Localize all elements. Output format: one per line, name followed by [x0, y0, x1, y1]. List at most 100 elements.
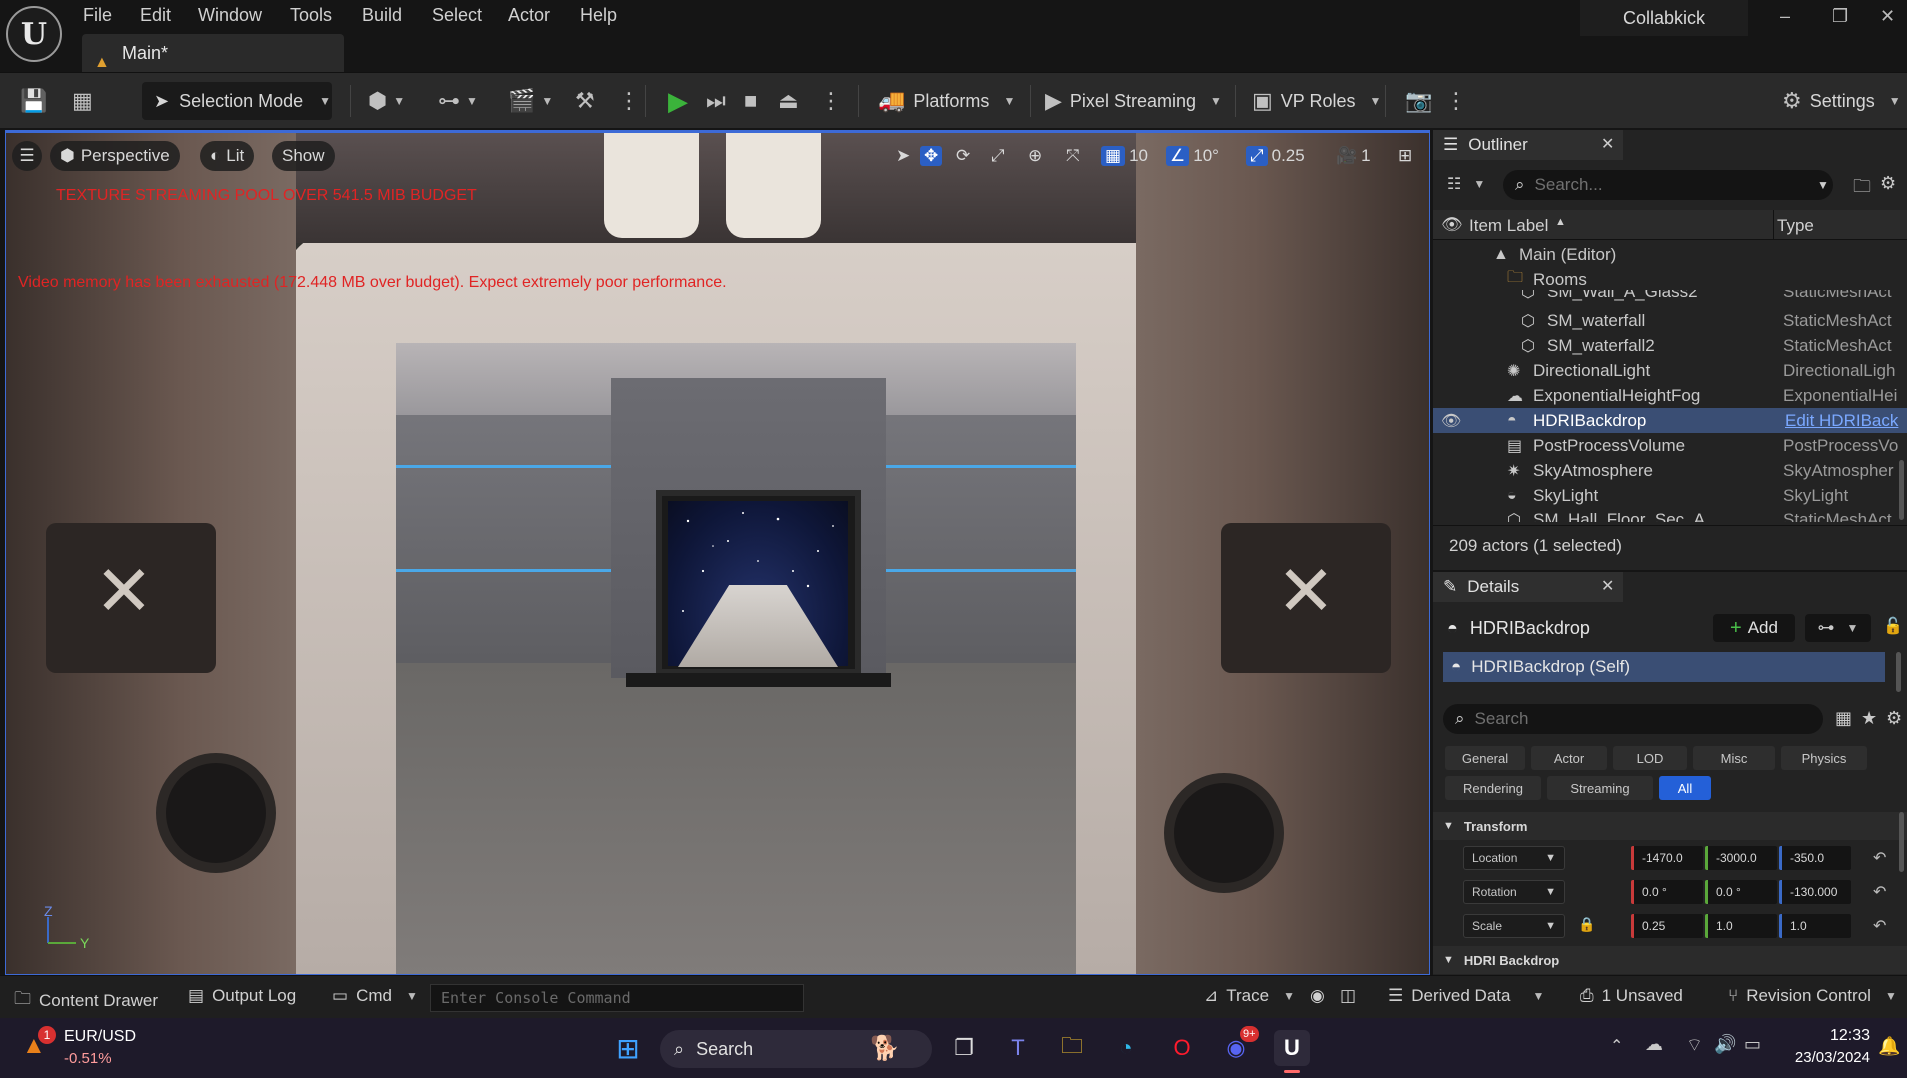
scale-snap-button[interactable]: ⤢ 0.25 [1246, 141, 1305, 171]
rotation-x-input[interactable]: 0.0 ° [1631, 880, 1703, 904]
settings-dropdown[interactable]: ⚙ Settings ▼ [1782, 82, 1901, 120]
scale-dropdown[interactable]: Scale ▼ [1463, 914, 1565, 938]
details-close-icon[interactable]: ✕ [1601, 576, 1614, 596]
show-button[interactable]: Show [272, 141, 335, 171]
edit-hdri-link[interactable]: Edit HDRIBack [1785, 411, 1907, 431]
lock-icon[interactable]: 🔒 [1578, 916, 1595, 933]
surface-snap-button[interactable]: ⤧ [1066, 141, 1080, 171]
folder-add-icon[interactable]: 🗀 [1853, 174, 1871, 204]
console-input[interactable]: Enter Console Command [430, 984, 804, 1012]
rotation-y-input[interactable]: 0.0 ° [1705, 880, 1777, 904]
outliner-row[interactable]: ⬡ SM_Hall_Floor_Sec_A StaticMeshAct [1433, 508, 1907, 522]
file-explorer-icon[interactable]: 🗀 [1054, 1030, 1090, 1066]
cmd-dropdown[interactable]: ▭ Cmd ▼ [332, 986, 418, 1006]
output-log-button[interactable]: ▤ Output Log [188, 986, 296, 1006]
filter-lod[interactable]: LOD [1613, 746, 1687, 770]
location-y-input[interactable]: -3000.0 [1705, 846, 1777, 870]
component-self-row[interactable]: ◓ HDRIBackdrop (Self) [1443, 652, 1885, 682]
play-button[interactable]: ▶ [668, 82, 688, 120]
task-view-icon[interactable]: ❐ [946, 1030, 982, 1066]
restore-button[interactable]: ❐ [1832, 6, 1848, 27]
selection-mode-dropdown[interactable]: ➤ Selection Mode ▼ [142, 82, 332, 120]
filter-misc[interactable]: Misc [1693, 746, 1775, 770]
filter-general[interactable]: General [1445, 746, 1525, 770]
grid-snap-button[interactable]: ▦ 10 [1101, 141, 1148, 171]
filter-all[interactable]: All [1659, 776, 1711, 800]
modeling-button[interactable]: ⚒ [575, 82, 595, 120]
scale-tool-button[interactable]: ⤢ [991, 141, 1005, 171]
browse-button[interactable]: ▦ [72, 82, 93, 120]
outliner-row[interactable]: ✺ DirectionalLight DirectionalLigh [1433, 358, 1907, 383]
outliner-filter-button[interactable]: ☷ ▼ [1447, 174, 1485, 194]
hdri-section-header[interactable]: ▼ HDRI Backdrop [1433, 946, 1907, 974]
select-tool-button[interactable]: ➤ [896, 141, 910, 171]
menu-help[interactable]: Help [580, 5, 617, 26]
details-search-input[interactable]: ⌕ Search [1443, 704, 1823, 734]
blueprint-dropdown[interactable]: ⊶ ▼ [1805, 614, 1871, 642]
vp-roles-dropdown[interactable]: ▣ VP Roles ▼ [1252, 82, 1381, 120]
reset-arrow-icon[interactable]: ↶ [1873, 916, 1886, 936]
onedrive-icon[interactable]: ☁ [1645, 1034, 1663, 1055]
chevron-up-icon[interactable]: ⌃ [1610, 1036, 1623, 1056]
table-view-icon[interactable]: ▦ [1835, 708, 1852, 729]
unreal-logo-icon[interactable]: U [6, 6, 62, 62]
outliner-row[interactable]: ◒ SkyLight SkyLight [1433, 483, 1907, 508]
snapshot-button[interactable]: ◫ [1340, 986, 1356, 1006]
filter-physics[interactable]: Physics [1781, 746, 1867, 770]
notification-bell-icon[interactable]: 🔔 [1878, 1036, 1900, 1057]
viewport-layout-button[interactable]: ⊞ [1398, 141, 1412, 171]
outliner-row[interactable]: ⬡ SM_Wall_A_Glass2 StaticMeshAct [1433, 290, 1907, 306]
scale-y-input[interactable]: 1.0 [1705, 914, 1777, 938]
play-options-button[interactable]: ⋮ [820, 82, 842, 120]
level-viewport[interactable]: ✕ ✕ ☰ ⬢ Perspective ◐ Lit Show ➤ ✥ ⟳ ⤢ ⊕… [5, 130, 1430, 975]
outliner-row[interactable]: ✷ SkyAtmosphere SkyAtmospher [1433, 458, 1907, 483]
reset-arrow-icon[interactable]: ↶ [1873, 882, 1886, 902]
filter-actor[interactable]: Actor [1531, 746, 1607, 770]
blueprint-button[interactable]: ⊶ ▼ [438, 82, 478, 120]
revision-control-dropdown[interactable]: ⑂ Revision Control ▼ [1728, 986, 1897, 1006]
outliner-scrollbar[interactable] [1899, 460, 1904, 520]
star-icon[interactable]: ★ [1861, 708, 1877, 729]
outliner-row[interactable]: 🗀 Rooms [1433, 267, 1907, 292]
close-button[interactable]: ✕ [1880, 6, 1895, 27]
location-dropdown[interactable]: Location ▼ [1463, 846, 1565, 870]
lock-icon[interactable]: 🔓 [1883, 616, 1903, 636]
taskbar-search[interactable]: ⌕ Search 🐕 [660, 1030, 932, 1068]
pixel-streaming-dropdown[interactable]: ▶ Pixel Streaming ▼ [1045, 82, 1222, 120]
clock-date[interactable]: 23/03/2024 [1770, 1049, 1870, 1066]
opera-icon[interactable]: O [1164, 1030, 1200, 1066]
filter-rendering[interactable]: Rendering [1445, 776, 1541, 800]
details-scrollbar[interactable] [1899, 812, 1904, 872]
rotate-tool-button[interactable]: ⟳ [956, 141, 970, 171]
camera-disabled-button[interactable]: 📷 [1405, 82, 1432, 120]
unreal-taskbar-icon[interactable]: U [1274, 1030, 1310, 1066]
rotation-dropdown[interactable]: Rotation ▼ [1463, 880, 1565, 904]
menu-tools[interactable]: Tools [290, 5, 332, 26]
volume-icon[interactable]: 🔊 [1714, 1034, 1736, 1055]
stop-button[interactable]: ■ [744, 82, 757, 120]
transform-section-header[interactable]: ▼ Transform [1433, 812, 1907, 840]
rotation-z-input[interactable]: -130.000 [1779, 880, 1851, 904]
outliner-row[interactable]: ⬡ SM_waterfall StaticMeshAct [1433, 308, 1907, 333]
reset-arrow-icon[interactable]: ↶ [1873, 848, 1886, 868]
eye-icon[interactable]: 👁 [1441, 411, 1461, 431]
translate-tool-button[interactable]: ✥ [920, 141, 943, 171]
outliner-close-icon[interactable]: ✕ [1601, 134, 1614, 154]
platforms-dropdown[interactable]: 🚚 Platforms ▼ [878, 82, 1015, 120]
location-z-input[interactable]: -350.0 [1779, 846, 1851, 870]
battery-icon[interactable]: ▭ [1744, 1034, 1761, 1055]
minimize-button[interactable]: – [1780, 6, 1790, 27]
trace-dropdown[interactable]: ⊿ Trace ▼ [1204, 986, 1295, 1006]
components-scrollbar[interactable] [1896, 652, 1901, 692]
outliner-row-selected[interactable]: 👁 ◓ HDRIBackdrop Edit HDRIBack [1433, 408, 1907, 433]
step-button[interactable]: ⏭ [706, 82, 726, 120]
teams-icon[interactable]: T [1000, 1030, 1036, 1066]
derived-data-dropdown[interactable]: ☰ Derived Data ▼ [1388, 986, 1544, 1006]
perspective-button[interactable]: ⬢ Perspective [50, 141, 180, 171]
outliner-search-input[interactable]: ⌕ Search... ▼ [1503, 170, 1833, 200]
save-button[interactable]: 💾 [20, 82, 47, 120]
add-component-button[interactable]: + Add [1713, 614, 1795, 642]
location-x-input[interactable]: -1470.0 [1631, 846, 1703, 870]
camera-speed-button[interactable]: 🎥 1 [1336, 141, 1371, 171]
toolbar-more-button[interactable]: ⋮ [1445, 82, 1467, 120]
